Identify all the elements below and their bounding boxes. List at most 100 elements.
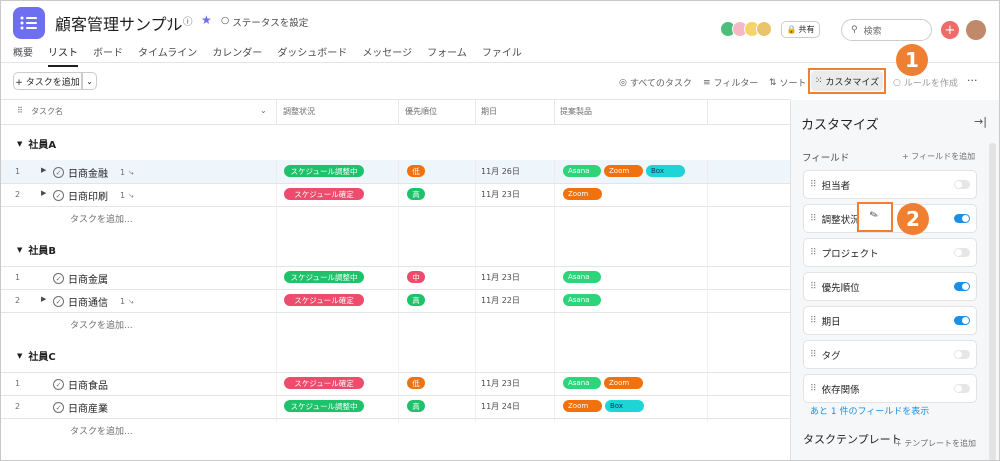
status-pill[interactable]: スケジュール確定 [284,294,364,306]
tab-board[interactable]: ボード [93,44,123,67]
drag-handle-icon[interactable]: ⠿ [810,316,817,326]
due-date[interactable]: 11月 23日 [481,272,520,283]
status-pill[interactable]: スケジュール調整中 [284,165,364,177]
column-task-name[interactable]: タスク名 [31,106,63,117]
drag-handle-icon[interactable]: ⠿ [810,180,817,190]
add-template-button[interactable]: + テンプレートを追加 [895,438,976,449]
task-name[interactable]: ✓ 日商金属 [53,271,108,286]
priority-pill[interactable]: 中 [407,271,425,283]
complete-check-icon[interactable]: ✓ [53,296,64,307]
product-tags[interactable]: Zoom [563,188,602,200]
task-row[interactable]: 2 ▶ ✓ 日商印刷 1 ⤷ スケジュール確定 高 11月 23日 Zoom [0,183,790,206]
tab-overview[interactable]: 概要 [13,44,33,67]
add-task-button[interactable]: + タスクを追加 [13,72,82,90]
task-name[interactable]: ✓ 日商金融 1 ⤷ [53,165,134,180]
drag-handle-icon[interactable]: ⠿ [810,282,817,292]
complete-check-icon[interactable]: ✓ [53,167,64,178]
complete-check-icon[interactable]: ✓ [53,379,64,390]
tab-timeline[interactable]: タイムライン [138,44,197,67]
caret-down-icon[interactable]: ▼ [17,246,22,254]
due-date[interactable]: 11月 26日 [481,166,520,177]
product-tags[interactable]: Zoom Box [563,400,644,412]
drag-handle-icon[interactable]: ⠿ [810,350,817,360]
priority-pill[interactable]: 低 [407,377,425,389]
drag-handle-icon[interactable]: ⠿ [810,248,817,258]
task-name[interactable]: ✓ 日商通信 1 ⤷ [53,294,134,309]
product-tags[interactable]: Asana [563,271,601,283]
field-visibility-toggle[interactable] [954,180,970,189]
priority-pill[interactable]: 高 [407,294,425,306]
field-visibility-toggle[interactable] [954,316,970,325]
field-row[interactable]: ⠿ 担当者 [803,170,977,199]
add-task-link[interactable]: タスクを追加... [70,212,133,225]
pencil-icon[interactable]: ✎ [868,209,880,222]
all-tasks-button[interactable]: ◎ すべてのタスク [619,76,692,90]
set-status-button[interactable]: ○ ステータスを設定 [221,15,308,29]
member-avatars[interactable] [720,21,772,37]
product-tags[interactable]: Asana Zoom [563,377,643,389]
section-header[interactable]: ▼ 社員B [17,242,56,258]
task-name[interactable]: ✓ 日商印刷 1 ⤷ [53,188,134,203]
product-tags[interactable]: Asana Zoom Box [563,165,685,177]
task-name[interactable]: ✓ 日商産業 [53,400,108,415]
column-product[interactable]: 提案製品 [560,106,592,117]
due-date[interactable]: 11月 24日 [481,401,520,412]
info-icon[interactable]: ⓘ [183,14,193,28]
star-icon[interactable]: ★ [201,13,212,27]
project-icon[interactable] [13,7,45,39]
share-button[interactable]: 🔒 共有 [781,21,820,38]
panel-scrollbar[interactable] [989,143,996,461]
product-tags[interactable]: Asana [563,294,601,306]
chevron-down-icon[interactable]: ⌄ [165,14,173,25]
more-icon[interactable]: ··· [967,74,978,87]
status-pill[interactable]: スケジュール調整中 [284,400,364,412]
tab-calendar[interactable]: カレンダー [212,44,262,67]
add-task-link[interactable]: タスクを追加... [70,318,133,331]
sort-button[interactable]: ⇅ ソート [769,76,807,90]
field-row[interactable]: ⠿ プロジェクト [803,238,977,267]
status-pill[interactable]: スケジュール確定 [284,188,364,200]
filter-button[interactable]: ≡ フィルター [703,76,758,90]
field-row[interactable]: ⠿ タグ [803,340,977,369]
tab-list[interactable]: リスト [48,44,78,67]
chevron-down-icon[interactable]: ⌄ [260,106,267,115]
tab-dashboard[interactable]: ダッシュボード [277,44,347,67]
status-pill[interactable]: スケジュール調整中 [284,271,364,283]
expand-subtasks-icon[interactable]: ▶ [41,295,46,303]
due-date[interactable]: 11月 22日 [481,295,520,306]
task-row[interactable]: 2 ✓ 日商産業 スケジュール調整中 高 11月 24日 Zoom Box [0,395,790,418]
complete-check-icon[interactable]: ✓ [53,273,64,284]
add-task-link[interactable]: タスクを追加... [70,424,133,437]
complete-check-icon[interactable]: ✓ [53,190,64,201]
column-priority[interactable]: 優先順位 [405,106,437,117]
add-icon[interactable]: + [941,21,959,39]
create-rule-button[interactable]: ○ ルールを作成 [893,76,958,90]
field-row[interactable]: ⠿ 期日 [803,306,977,335]
tab-forms[interactable]: フォーム [427,44,467,67]
add-task-dropdown[interactable]: ⌄ [82,72,97,90]
caret-down-icon[interactable]: ▼ [17,352,22,360]
field-row[interactable]: ⠿ 依存関係 [803,374,977,403]
user-avatar[interactable] [966,20,986,40]
expand-subtasks-icon[interactable]: ▶ [41,189,46,197]
priority-pill[interactable]: 高 [407,400,425,412]
section-header[interactable]: ▼ 社員A [17,136,56,152]
search-input[interactable]: ⚲ 検索 [841,19,932,41]
field-visibility-toggle[interactable] [954,384,970,393]
close-panel-icon[interactable]: →| [974,115,987,128]
task-row[interactable]: 1 ▶ ✓ 日商金融 1 ⤷ スケジュール調整中 低 11月 26日 Asana Zoom Box [0,160,790,183]
field-visibility-toggle[interactable] [954,282,970,291]
drag-handle-icon[interactable]: ⠿ [810,384,817,394]
section-header[interactable]: ▼ 社員C [17,348,56,364]
task-name[interactable]: ✓ 日商食品 [53,377,108,392]
field-visibility-toggle[interactable] [954,214,970,223]
task-row[interactable]: 1 ✓ 日商食品 スケジュール確定 低 11月 23日 Asana Zoom [0,372,790,395]
drag-handle-icon[interactable]: ⠿ [810,214,817,224]
tab-messages[interactable]: メッセージ [362,44,412,67]
task-row[interactable]: 2 ▶ ✓ 日商通信 1 ⤷ スケジュール確定 高 11月 22日 Asana [0,289,790,312]
task-row[interactable]: 1 ✓ 日商金属 スケジュール調整中 中 11月 23日 Asana [0,266,790,289]
show-more-fields-link[interactable]: あと 1 件のフィールドを表示 [810,404,929,417]
field-visibility-toggle[interactable] [954,248,970,257]
priority-pill[interactable]: 高 [407,188,425,200]
status-pill[interactable]: スケジュール確定 [284,377,364,389]
